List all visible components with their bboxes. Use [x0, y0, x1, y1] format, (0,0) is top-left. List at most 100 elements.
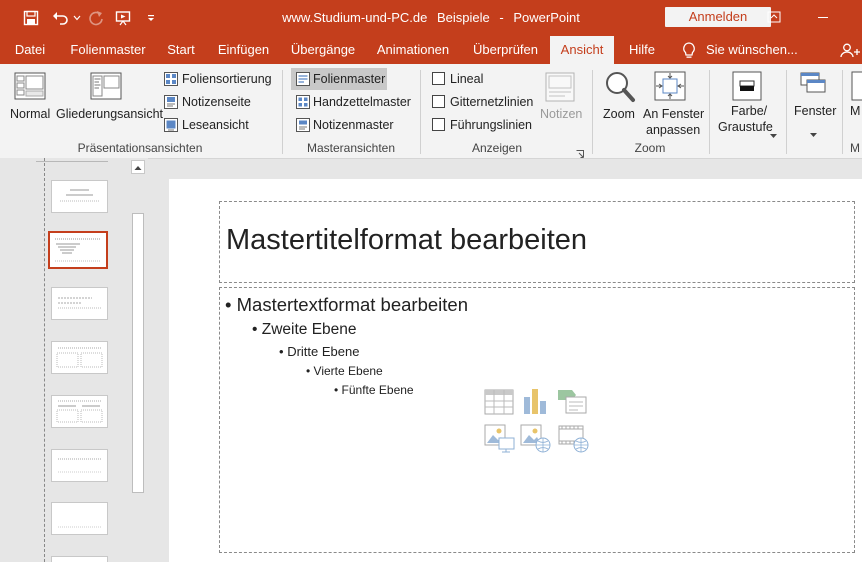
ribbon-separator [786, 70, 787, 154]
ribbon-tab-bar: Datei Folienmaster Start Einfügen Übergä… [0, 36, 862, 64]
group-label-show: Anzeigen [471, 141, 523, 155]
slide-master-button[interactable]: Folienmaster [313, 72, 385, 86]
ribbon-separator [420, 70, 421, 154]
insert-table-icon[interactable] [484, 389, 514, 420]
zoom-button[interactable]: Zoom [603, 107, 635, 121]
tell-me-search[interactable]: Sie wünschen... [706, 36, 798, 64]
color-grayscale-button-line2[interactable]: Graustufe [718, 120, 773, 134]
color-grayscale-icon [732, 71, 762, 106]
insert-smartart-icon[interactable] [556, 388, 588, 421]
ruler-checkbox[interactable] [432, 72, 445, 85]
window-button[interactable]: Fenster [794, 104, 836, 118]
minimize-icon[interactable] [813, 7, 833, 27]
master-hierarchy-line [44, 158, 45, 562]
color-grayscale-dropdown-icon[interactable] [770, 126, 777, 144]
insert-picture-icon[interactable] [484, 424, 516, 459]
scroll-up-button[interactable] [131, 160, 145, 174]
bullet-level-4: • Vierte Ebene [306, 364, 383, 378]
tab-animations[interactable]: Animationen [369, 36, 457, 64]
bullet-level-1-text: Mastertextformat bearbeiten [236, 294, 468, 315]
normal-view-icon [14, 72, 46, 107]
ribbon-separator [709, 70, 710, 154]
scroll-thumb[interactable] [132, 213, 144, 493]
layout-thumbnail[interactable] [51, 556, 108, 562]
tab-review[interactable]: Überprüfen [465, 36, 546, 64]
notes-icon [545, 72, 575, 107]
insert-chart-icon[interactable] [520, 387, 550, 420]
macros-button-partial[interactable]: M [850, 104, 860, 118]
title-placeholder[interactable]: Mastertitelformat bearbeiten [219, 201, 855, 283]
ribbon-separator [282, 70, 283, 154]
fit-to-window-button-line2[interactable]: anpassen [646, 123, 700, 137]
ribbon-separator [592, 70, 593, 154]
bullet-level-5: • Fünfte Ebene [334, 383, 414, 397]
group-label-master-views: Masteransichten [306, 141, 396, 155]
tab-file[interactable]: Datei [6, 36, 54, 64]
layout-thumbnail[interactable] [51, 502, 108, 535]
show-dialog-launcher-icon[interactable] [576, 145, 584, 163]
master-thumbnail-bottom-edge[interactable] [36, 158, 108, 162]
outline-view-button[interactable]: Gliederungsansicht [56, 107, 163, 121]
bullet-level-1: • Mastertextformat bearbeiten [225, 294, 468, 316]
bullet-level-2-text: Zweite Ebene [261, 321, 357, 338]
normal-view-button[interactable]: Normal [10, 107, 50, 121]
bullet-level-2: • Zweite Ebene [252, 321, 357, 339]
slide-thumbnail-pane[interactable] [0, 158, 148, 562]
layout-thumbnail[interactable] [51, 449, 108, 482]
group-label-presentation-views: Präsentationsansichten [77, 141, 203, 155]
layout-thumbnail[interactable] [51, 287, 108, 320]
layout-thumbnail-selected[interactable] [48, 231, 108, 269]
notes-button[interactable]: Notizen [540, 107, 582, 121]
bullet-glyph: • [306, 364, 311, 378]
notes-page-button[interactable]: Notizenseite [182, 95, 251, 109]
reading-view-icon [164, 118, 178, 137]
outline-view-icon [90, 72, 122, 107]
bullet-glyph: • [334, 383, 339, 397]
slide-sorter-button[interactable]: Foliensortierung [182, 72, 272, 86]
tab-help[interactable]: Hilfe [620, 36, 664, 64]
reading-view-button[interactable]: Leseansicht [182, 118, 249, 132]
guides-checkbox[interactable] [432, 118, 445, 131]
lightbulb-icon[interactable] [682, 42, 696, 64]
content-placeholder[interactable]: • Mastertextformat bearbeiten • Zweite E… [219, 287, 855, 553]
bullet-glyph: • [252, 321, 258, 338]
handout-master-icon [296, 95, 310, 114]
color-grayscale-button-line1[interactable]: Farbe/ [731, 104, 767, 118]
bullet-level-5-text: Fünfte Ebene [341, 383, 414, 397]
handout-master-button[interactable]: Handzettelmaster [313, 95, 411, 109]
notes-page-icon [164, 95, 178, 114]
layout-thumbnail[interactable] [51, 395, 108, 428]
bullet-level-3-text: Dritte Ebene [287, 344, 360, 359]
notes-master-icon [296, 118, 310, 137]
layout-thumbnail[interactable] [51, 180, 108, 213]
window-title-app: PowerPoint [513, 10, 580, 25]
gridlines-checkbox[interactable] [432, 95, 445, 108]
window-dropdown-icon[interactable] [810, 125, 817, 143]
notes-master-button[interactable]: Notizenmaster [313, 118, 394, 132]
guides-label: Führungslinien [450, 118, 532, 132]
bullet-level-4-text: Vierte Ebene [313, 364, 383, 378]
ribbon-display-options-icon[interactable] [764, 7, 784, 27]
tab-transitions[interactable]: Übergänge [284, 36, 362, 64]
insert-video-icon[interactable] [558, 424, 590, 459]
slide-sorter-icon [164, 72, 178, 91]
tab-home[interactable]: Start [160, 36, 202, 64]
layout-thumbnail[interactable] [51, 341, 108, 374]
ribbon-separator [842, 70, 843, 154]
slide-master-icon [296, 72, 310, 91]
ribbon: Normal Gliederungsansicht Foliensortieru… [0, 64, 862, 159]
ruler-label: Lineal [450, 72, 484, 86]
insert-online-picture-icon[interactable] [520, 424, 552, 459]
slide-canvas[interactable]: Mastertitelformat bearbeiten • Mastertex… [169, 179, 862, 562]
thumbnail-scrollbar[interactable] [130, 158, 146, 562]
tab-slide-master[interactable]: Folienmaster [64, 36, 152, 64]
share-icon[interactable] [840, 43, 860, 63]
slide-title: Mastertitelformat bearbeiten [226, 224, 588, 256]
fit-to-window-button-line1[interactable]: An Fenster [643, 107, 704, 121]
bullet-glyph: • [225, 294, 232, 315]
sign-in-button[interactable]: Anmelden [665, 7, 771, 27]
tab-insert[interactable]: Einfügen [211, 36, 276, 64]
bullet-glyph: • [279, 344, 284, 359]
window-title-document: Beispiele [437, 10, 490, 25]
tab-view[interactable]: Ansicht [550, 36, 614, 64]
